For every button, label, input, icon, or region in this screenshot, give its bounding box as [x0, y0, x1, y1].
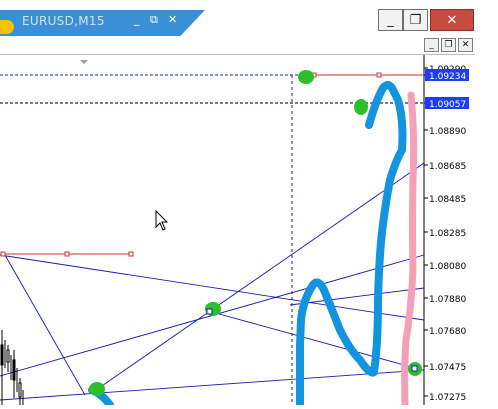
chart-minimize-icon: _	[429, 39, 434, 50]
tab-minimize-icon[interactable]: _	[134, 13, 140, 26]
green-dot[interactable]	[89, 382, 105, 396]
price-label: 1.08890	[429, 127, 466, 137]
price-label: 1.07275	[429, 393, 466, 403]
trendline-f[interactable]	[0, 369, 425, 401]
minimize-icon: _	[387, 12, 394, 28]
window-edge	[475, 0, 498, 405]
price-label: 1.08485	[429, 195, 466, 205]
red-line-handle[interactable]	[64, 251, 70, 257]
price-label: 1.07880	[429, 295, 466, 305]
price-label: 1.08285	[429, 229, 466, 239]
close-button[interactable]: ✕	[430, 9, 474, 31]
candlesticks	[0, 330, 24, 405]
tab-close-icon[interactable]: ✕	[168, 13, 177, 26]
tab-restore-icon[interactable]: ⧉	[150, 13, 158, 27]
mouse-cursor-icon	[155, 209, 169, 231]
chart-restore-icon: ❐	[444, 39, 453, 50]
price-labels: 1.092901.092341.090571.088901.086851.084…	[424, 65, 469, 403]
symbol-icon	[0, 20, 14, 34]
price-label: 1.08080	[429, 262, 466, 272]
trendline-handle[interactable]	[206, 308, 213, 315]
shift-marker-icon[interactable]	[80, 60, 88, 64]
blue-marker-stroke[interactable]	[296, 81, 407, 409]
chart-tab-title: EURUSD,M15	[22, 14, 105, 28]
chart-close-icon: ✕	[461, 39, 470, 50]
price-label: 1.07680	[429, 327, 466, 337]
green-dot[interactable]	[354, 99, 368, 115]
trendline-e[interactable]	[211, 311, 416, 369]
price-label: 1.08685	[429, 162, 466, 172]
green-dot[interactable]	[298, 70, 314, 84]
window-titlebar: EURUSD,M15 _ ⧉ ✕ _ ❐ ✕	[0, 0, 475, 37]
restore-button[interactable]: ❐	[403, 9, 428, 31]
price-label: 1.09234	[429, 72, 466, 82]
minimize-button[interactable]: _	[378, 9, 403, 31]
red-line-handle[interactable]	[0, 251, 6, 257]
chart-restore-button[interactable]: ❐	[441, 38, 456, 52]
chart-canvas[interactable]: 1.092901.092341.090571.088901.086851.084…	[0, 55, 475, 409]
close-icon: ✕	[446, 12, 458, 28]
trendline-handle[interactable]	[411, 365, 418, 372]
chart-minimize-button[interactable]: _	[424, 38, 439, 52]
price-chart[interactable]: 1.092901.092341.090571.088901.086851.084…	[0, 55, 475, 409]
restore-icon: ❐	[409, 12, 422, 28]
price-label: 1.07475	[429, 363, 466, 373]
red-line-handle[interactable]	[376, 72, 382, 78]
chart-window-bar	[0, 37, 475, 55]
red-line-handle[interactable]	[128, 251, 134, 257]
chart-close-button[interactable]: ✕	[458, 38, 473, 52]
price-label: 1.09057	[429, 100, 466, 110]
